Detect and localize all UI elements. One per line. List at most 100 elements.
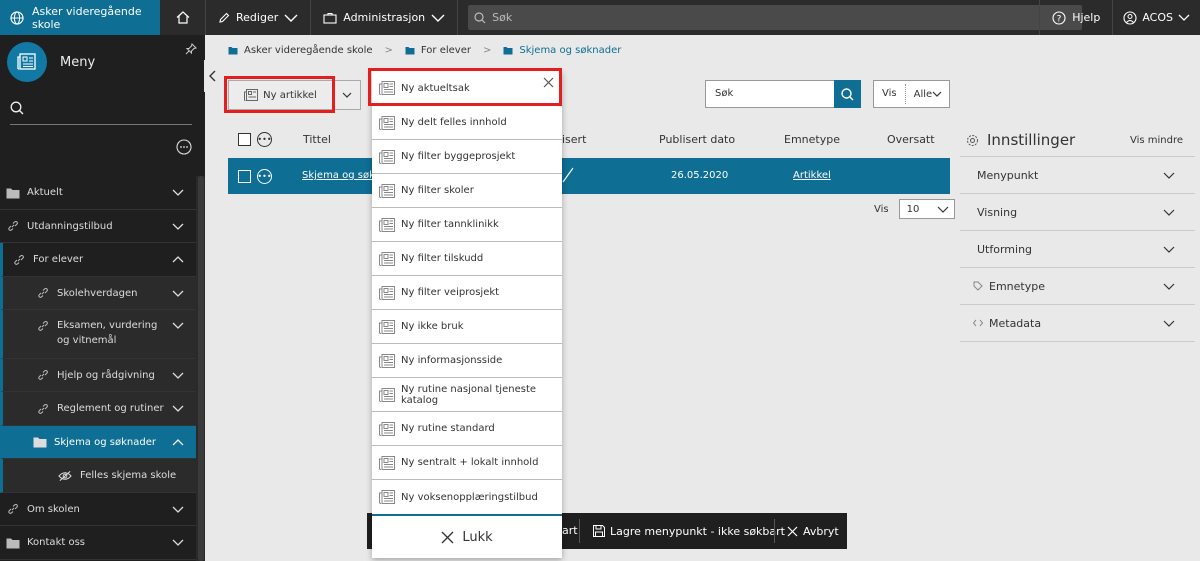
chevron-down-icon[interactable] xyxy=(172,322,184,329)
list-search-input[interactable]: Søk xyxy=(705,80,835,108)
settings-section-menypunkt[interactable]: Menypunkt xyxy=(960,157,1195,194)
save-publish-button-fragment[interactable]: art xyxy=(562,524,578,537)
chevron-up-icon[interactable] xyxy=(172,438,184,446)
pencil-icon xyxy=(218,12,230,24)
link-icon xyxy=(12,254,26,266)
settings-section-emnetype[interactable]: Emnetype xyxy=(960,268,1195,305)
dropdown-item-label: Ny delt felles innhold xyxy=(401,117,507,128)
row-topic-type-link[interactable]: Artikkel xyxy=(793,170,831,181)
sidebar-item-skolehverdagen[interactable]: Skolehverdagen xyxy=(0,277,196,310)
chevron-down-icon[interactable] xyxy=(172,405,184,412)
column-header-topic-type[interactable]: Emnetype xyxy=(784,133,840,146)
dropdown-item[interactable]: Ny sentralt + lokalt innhold xyxy=(372,446,562,480)
chevron-down-icon xyxy=(932,91,942,97)
list-search-button[interactable] xyxy=(834,80,861,108)
sidebar-item-utdanningstilbud[interactable]: Utdanningstilbud xyxy=(0,210,196,243)
table-row[interactable]: ••• Skjema og søkna 26.05.2020 Artikkel xyxy=(228,158,950,194)
gear-icon xyxy=(966,134,979,147)
dropdown-item[interactable]: Ny voksenopplæringstilbud xyxy=(372,480,562,514)
dropdown-item[interactable]: Ny informasjonsside xyxy=(372,344,562,378)
chevron-down-icon[interactable] xyxy=(172,539,184,546)
edit-menu[interactable]: Rediger xyxy=(206,0,312,35)
sidebar-item-reglement[interactable]: Reglement og rutiner xyxy=(0,392,196,426)
close-dropdown-button[interactable]: Lukk xyxy=(372,514,562,558)
column-header-title[interactable]: Tittel xyxy=(303,133,331,146)
more-options-icon[interactable] xyxy=(176,139,192,155)
sidebar-collapse-button[interactable] xyxy=(204,60,220,92)
link-icon xyxy=(36,287,50,299)
chevron-up-icon[interactable] xyxy=(172,256,184,263)
show-less-link[interactable]: Vis mindre xyxy=(1130,135,1183,146)
sidebar-item-skjema[interactable]: Skjema og søknader xyxy=(0,426,196,459)
eye-slash-icon xyxy=(58,470,72,482)
breadcrumb-current[interactable]: Skjema og søknader xyxy=(519,45,621,56)
breadcrumb-separator: > xyxy=(384,45,393,56)
dropdown-item[interactable]: Ny filter tannklinikk xyxy=(372,208,562,242)
new-article-dropdown-toggle[interactable] xyxy=(333,80,361,110)
cancel-label: Avbryt xyxy=(803,524,839,538)
page-size-select[interactable]: 10 xyxy=(898,199,955,219)
cancel-button[interactable]: Avbryt xyxy=(787,513,839,549)
dropdown-item[interactable]: Ny delt felles innhold xyxy=(372,106,562,140)
dropdown-item[interactable]: Ny filter byggeprosjekt xyxy=(372,140,562,174)
dropdown-item[interactable]: Ny filter tilskudd xyxy=(372,242,562,276)
row-checkbox[interactable] xyxy=(238,170,251,183)
sidebar-item-hjelp[interactable]: Hjelp og rådgivning xyxy=(0,359,196,392)
dropdown-item-label: Ny ikke bruk xyxy=(401,321,464,332)
search-icon xyxy=(10,101,192,115)
sidebar-item-felles-skjema[interactable]: Felles skjema skole xyxy=(0,459,196,493)
admin-menu[interactable]: Administrasjon xyxy=(311,0,459,35)
dropdown-item[interactable]: Ny rutine nasjonal tjeneste katalog xyxy=(372,378,562,412)
link-icon xyxy=(36,320,50,332)
settings-section-metadata[interactable]: Metadata xyxy=(960,305,1195,342)
chevron-down-icon[interactable] xyxy=(172,290,184,297)
row-options-icon[interactable]: ••• xyxy=(257,169,272,184)
breadcrumb-item[interactable]: Asker videregående skole xyxy=(244,45,373,56)
settings-section-utforming[interactable]: Utforming xyxy=(960,231,1195,268)
chevron-down-icon[interactable] xyxy=(172,372,184,379)
global-search-input[interactable]: Søk xyxy=(468,5,1083,30)
newspaper-icon xyxy=(17,53,37,71)
dropdown-item[interactable]: Ny filter skoler xyxy=(372,174,562,208)
pin-icon[interactable] xyxy=(185,43,197,55)
save-menu-item-button[interactable]: Lagre menypunkt - ikke søkbart xyxy=(593,513,785,549)
help-button[interactable]: ? Hjelp xyxy=(1039,0,1112,35)
settings-section-visning[interactable]: Visning xyxy=(960,194,1195,231)
sidebar-item-kontakt[interactable]: Kontakt oss xyxy=(0,526,196,560)
settings-section-label: Emnetype xyxy=(989,279,1045,293)
close-dropdown-label: Lukk xyxy=(462,529,493,545)
column-header-published[interactable]: isert xyxy=(562,133,586,146)
visibility-filter-select[interactable]: Vis Alle xyxy=(873,80,950,108)
sidebar-search-input[interactable] xyxy=(10,101,192,125)
chevron-down-icon[interactable] xyxy=(172,189,184,196)
more-options-icon[interactable]: ••• xyxy=(257,132,272,147)
svg-text:?: ? xyxy=(1057,14,1062,24)
highlight-new-article xyxy=(224,76,335,113)
global-search-placeholder: Søk xyxy=(492,11,513,24)
newspaper-icon xyxy=(379,421,395,436)
dropdown-item[interactable]: Ny ikke bruk xyxy=(372,310,562,344)
dropdown-item[interactable]: Ny filter veiprosjekt xyxy=(372,276,562,310)
row-published-date: 26.05.2020 xyxy=(671,170,729,181)
table-header: ••• Tittel isert Publisert dato Emnetype… xyxy=(228,122,950,157)
sidebar-item-label: Kontakt oss xyxy=(27,537,85,548)
breadcrumb-item[interactable]: For elever xyxy=(421,45,471,56)
breadcrumb: Asker videregående skole > For elever > … xyxy=(228,45,621,56)
user-menu[interactable]: ACOS xyxy=(1112,0,1200,35)
folder-icon xyxy=(6,537,20,549)
select-all-checkbox[interactable] xyxy=(238,133,251,146)
sidebar-item-om-skolen[interactable]: Om skolen xyxy=(0,493,196,526)
site-selector[interactable]: Asker videregående skole xyxy=(0,0,160,35)
sidebar-item-aktuelt[interactable]: Aktuelt xyxy=(0,176,196,210)
dropdown-item-label: Ny filter tilskudd xyxy=(401,253,484,264)
column-header-published-date[interactable]: Publisert dato xyxy=(659,133,735,146)
dropdown-item[interactable]: Ny rutine standard xyxy=(372,412,562,446)
sidebar-item-for-elever[interactable]: For elever xyxy=(0,243,196,277)
sidebar-scrollbar[interactable] xyxy=(196,176,205,561)
home-button[interactable] xyxy=(160,0,206,35)
chevron-down-icon[interactable] xyxy=(172,506,184,513)
column-header-translated[interactable]: Oversatt xyxy=(887,133,935,146)
floppy-disk-icon xyxy=(593,525,605,537)
sidebar-item-eksamen[interactable]: Eksamen, vurdering og vitnemål xyxy=(0,310,196,359)
chevron-down-icon[interactable] xyxy=(172,223,184,230)
